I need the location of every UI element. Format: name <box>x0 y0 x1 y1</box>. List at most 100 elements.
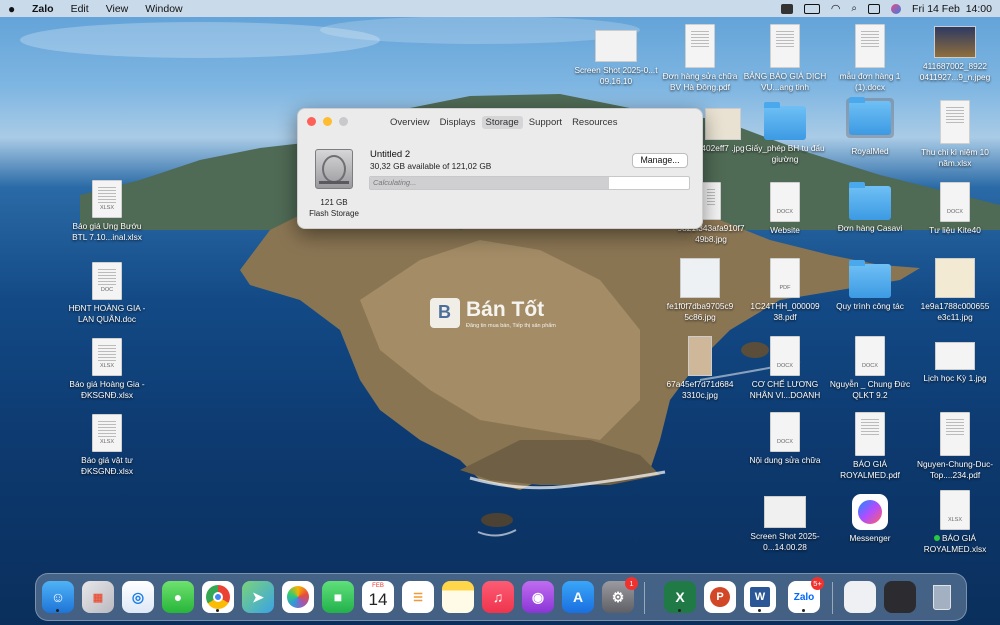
menu-window[interactable]: Window <box>145 3 182 15</box>
xlsx-file-icon: XLSX <box>92 180 122 218</box>
desktop-file[interactable]: DOCX Nội dung sửa chữa <box>742 412 828 466</box>
close-button[interactable] <box>307 117 316 126</box>
messenger-icon <box>852 494 888 530</box>
file-label: Báo giá Ung Bướu BTL 7.10...inal.xlsx <box>72 221 142 242</box>
reminders-icon[interactable]: ☰ <box>402 581 434 613</box>
finder-icon[interactable]: ☺ <box>42 581 74 613</box>
storage-bar-status: Calculating... <box>373 178 417 187</box>
music-icon[interactable]: ♫ <box>482 581 514 613</box>
desktop-file[interactable]: Screen Shot 2025-0...14.00.28 <box>742 496 828 553</box>
manage-button[interactable]: Manage... <box>632 153 688 168</box>
podcasts-icon[interactable]: ◉ <box>522 581 554 613</box>
desktop-file[interactable]: fe1f0f7dba9705c9 5c86.jpg <box>657 258 743 323</box>
file-label: 1C24THH_000009 38.pdf <box>750 301 820 322</box>
app-store-icon[interactable]: A <box>562 581 594 613</box>
desktop-file[interactable]: 1e9a1788c000655 e3c11.jpg <box>912 258 998 323</box>
recent-window-icon[interactable] <box>884 581 916 613</box>
tab-overview[interactable]: Overview <box>386 116 434 129</box>
docx-file-icon <box>855 24 885 68</box>
desktop-file[interactable]: DOCX Nguyễn _ Chung Đức QLKT 9.2 <box>827 336 913 401</box>
file-label: Tư liệu Kite40 <box>929 225 981 235</box>
status-app-icon[interactable] <box>780 3 793 14</box>
siri-icon[interactable] <box>891 3 902 14</box>
file-label: Website <box>770 225 800 235</box>
desktop-file[interactable]: DOCX CƠ CHẾ LƯƠNG NHÂN VI...DOANH <box>742 336 828 401</box>
desktop-file[interactable]: XLSX BÁO GIÁ ROYALMED.xlsx <box>912 490 998 555</box>
control-center-icon[interactable] <box>868 3 881 14</box>
image-thumbnail <box>934 26 976 58</box>
notes-icon[interactable] <box>442 581 474 613</box>
notification-badge: 5+ <box>811 577 824 590</box>
desktop-file[interactable]: 411687002_8922 0411927...9_n.jpeg <box>912 26 998 83</box>
desktop-file[interactable]: DOCX Website <box>742 182 828 236</box>
desktop-file[interactable]: Lịch học Kỳ 1.jpg <box>912 342 998 384</box>
desktop-file[interactable]: XLSX Báo giá Ung Bướu BTL 7.10...inal.xl… <box>64 180 150 243</box>
desktop-file[interactable]: Nguyen-Chung-Duc-Top....234.pdf <box>912 412 998 481</box>
desktop-file[interactable]: Đơn hàng sửa chữa BV Hà Đông.pdf <box>657 24 743 93</box>
file-label: HĐNT HOÀNG GIA - LAN QUÂN.doc <box>68 303 146 324</box>
desktop-folder-selected[interactable]: RoyalMed <box>827 97 913 157</box>
system-preferences-icon[interactable]: ⚙ 1 <box>602 577 638 613</box>
disk-type: Flash Storage <box>309 209 359 218</box>
zalo-icon[interactable]: Zalo 5+ <box>788 577 824 613</box>
maps-icon[interactable]: ➤ <box>242 581 274 613</box>
notification-badge: 1 <box>625 577 638 590</box>
battery-icon[interactable] <box>803 3 820 14</box>
tab-support[interactable]: Support <box>525 116 566 129</box>
menu-datetime[interactable]: Fri 14 Feb 14:00 <box>912 3 992 15</box>
desktop-file[interactable]: XLSX Báo giá Hoàng Gia - ĐKSGNĐ.xlsx <box>64 338 150 401</box>
green-tag-icon <box>933 535 940 541</box>
app-label: Messenger <box>849 533 891 543</box>
desktop-file[interactable]: XLSX Báo giá vật tư ĐKSGNĐ.xlsx <box>64 414 150 477</box>
desktop-file[interactable]: DOC HĐNT HOÀNG GIA - LAN QUÂN.doc <box>64 262 150 325</box>
image-thumbnail <box>680 258 720 298</box>
messages-icon[interactable]: ● <box>162 581 194 613</box>
desktop-file[interactable]: BÁO GIÁ ROYALMED.pdf <box>827 412 913 481</box>
volume-available: 30,32 GB available of 121,02 GB <box>370 161 492 171</box>
launchpad-icon[interactable]: ▦ <box>82 581 114 613</box>
dock-separator <box>832 582 833 614</box>
zoom-button[interactable] <box>339 117 348 126</box>
disk-icon <box>315 149 353 189</box>
calendar-icon[interactable]: FEB 14 <box>362 581 394 613</box>
file-label: BÁO GIÁ ROYALMED.xlsx <box>912 533 998 555</box>
powerpoint-icon[interactable]: P <box>704 581 736 613</box>
excel-icon[interactable]: X <box>664 581 696 613</box>
recent-document-icon[interactable] <box>844 581 876 613</box>
tab-displays[interactable]: Displays <box>436 116 480 129</box>
desktop-file[interactable]: mẫu đơn hàng 1 (1).docx <box>827 24 913 93</box>
photos-icon[interactable] <box>282 581 314 613</box>
apple-menu-icon[interactable]: ● <box>8 2 24 16</box>
screenshot-thumbnail <box>595 30 637 62</box>
menu-edit[interactable]: Edit <box>71 3 89 15</box>
trash-icon[interactable] <box>926 581 958 613</box>
minimize-button[interactable] <box>323 117 332 126</box>
window-tabs: Overview Displays Storage Support Resour… <box>386 116 621 129</box>
word-icon[interactable]: W <box>744 581 776 613</box>
facetime-icon[interactable]: ■ <box>322 581 354 613</box>
desktop-file[interactable]: BẢNG BÁO GIÁ DỊCH VỤ...ang tinh <box>742 24 828 93</box>
menu-app-name[interactable]: Zalo <box>32 3 54 15</box>
desktop-folder[interactable]: Đơn hàng Casavi <box>827 182 913 234</box>
desktop-file[interactable]: PDF 1C24THH_000009 38.pdf <box>742 258 828 323</box>
desktop-folder[interactable]: Quy trình công tác <box>827 260 913 312</box>
desktop-app[interactable]: Messenger <box>827 494 913 544</box>
wifi-icon[interactable]: ◠ <box>831 2 841 15</box>
desktop-file[interactable]: DOCX Tư liệu Kite40 <box>912 182 998 236</box>
file-label: Screen Shot 2025-0...14.00.28 <box>750 531 820 552</box>
docx-file-icon: DOCX <box>855 336 885 376</box>
search-icon[interactable]: ⌕ <box>851 3 857 14</box>
chrome-icon[interactable] <box>202 581 234 613</box>
menu-view[interactable]: View <box>106 3 129 15</box>
tab-resources[interactable]: Resources <box>568 116 621 129</box>
image-thumbnail <box>935 342 975 370</box>
desktop-file[interactable]: Screen Shot 2025-0...t 09.16.10 <box>573 30 659 87</box>
tab-storage[interactable]: Storage <box>481 116 523 129</box>
desktop-file[interactable]: 67a45ef7d71d684 3310c.jpg <box>657 336 743 401</box>
desktop-file[interactable]: Thu chi kì niệm 10 năm.xlsx <box>912 100 998 169</box>
pdf-file-icon <box>940 412 970 456</box>
safari-icon[interactable]: ◎ <box>122 581 154 613</box>
file-label: Nguyen-Chung-Duc-Top....234.pdf <box>916 459 994 480</box>
disk-size: 121 GB <box>320 198 348 207</box>
desktop-folder[interactable]: Giấy_phép BH tu đấu giường <box>742 102 828 165</box>
